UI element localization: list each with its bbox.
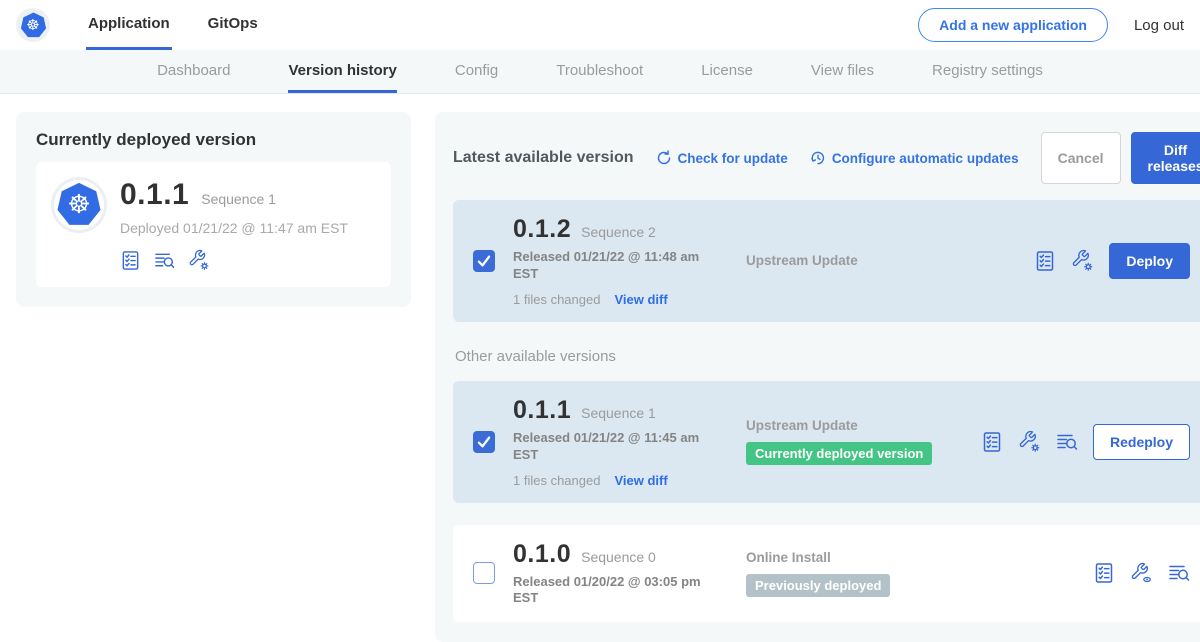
redeploy-button[interactable]: Redeploy	[1093, 424, 1190, 460]
tab-application[interactable]: Application	[86, 0, 172, 50]
sequence-label: Sequence 0	[581, 549, 656, 565]
edit-config-icon[interactable]	[1018, 430, 1041, 453]
files-changed-label: 1 files changed	[513, 292, 600, 307]
released-timestamp: Released 01/21/22 @ 11:45 am EST	[513, 430, 713, 464]
configure-automatic-updates-label: Configure automatic updates	[832, 151, 1019, 166]
deployed-panel-title: Currently deployed version	[36, 130, 391, 150]
topnav-right: Add a new application Log out	[918, 0, 1184, 50]
preflight-checks-icon[interactable]	[981, 431, 1003, 453]
kubernetes-logo-icon: ☸	[16, 8, 50, 42]
view-diff-link[interactable]: View diff	[614, 473, 667, 488]
subnav-tab-config[interactable]: Config	[455, 50, 498, 93]
released-timestamp: Released 01/21/22 @ 11:48 am EST	[513, 249, 713, 283]
version-number: 0.1.2	[513, 215, 571, 244]
sub-nav: Dashboard Version history Config Trouble…	[0, 50, 1200, 94]
version-source: Online Install Previously deployed	[746, 550, 981, 597]
sequence-label: Sequence 2	[581, 224, 656, 240]
currently-deployed-badge: Currently deployed version	[746, 442, 932, 465]
version-actions	[1093, 562, 1190, 585]
edit-config-icon[interactable]	[1071, 249, 1094, 272]
preflight-checks-icon[interactable]	[120, 250, 141, 271]
deployed-version-info: 0.1.1 Sequence 1 Deployed 01/21/22 @ 11:…	[120, 178, 348, 271]
diff-releases-button[interactable]: Diff releases	[1131, 132, 1200, 184]
kubernetes-wheel-glyph: ☸	[26, 18, 39, 33]
deployed-icon-row	[120, 249, 348, 271]
tab-application-label: Application	[88, 15, 170, 32]
add-application-button[interactable]: Add a new application	[918, 8, 1108, 42]
other-versions-title: Other available versions	[455, 348, 1200, 365]
version-source: Upstream Update	[746, 253, 981, 268]
main-content: Currently deployed version ☸ 0.1.1 Seque…	[0, 94, 1200, 642]
source-label: Upstream Update	[746, 418, 981, 433]
release-notes-icon[interactable]	[1056, 431, 1078, 453]
latest-version-title: Latest available version	[453, 149, 634, 167]
kubernetes-app-icon: ☸	[54, 180, 104, 230]
version-info: 0.1.2 Sequence 2 Released 01/21/22 @ 11:…	[513, 215, 718, 307]
source-label: Online Install	[746, 550, 981, 565]
release-notes-icon[interactable]	[154, 250, 175, 271]
checkmark-icon	[476, 253, 492, 269]
released-timestamp: Released 01/20/22 @ 03:05 pm EST	[513, 574, 713, 608]
configure-automatic-updates-link[interactable]: Configure automatic updates	[810, 150, 1019, 166]
check-for-update-link[interactable]: Check for update	[656, 150, 788, 166]
deployed-version-number: 0.1.1	[120, 178, 189, 212]
checkmark-icon	[476, 434, 492, 450]
clock-refresh-icon	[810, 150, 826, 166]
files-changed-line: 1 files changed View diff	[513, 292, 718, 307]
cancel-button[interactable]: Cancel	[1041, 132, 1121, 184]
topnav-tabs: Application GitOps	[86, 0, 260, 50]
files-changed-line: 1 files changed View diff	[513, 473, 718, 488]
source-label: Upstream Update	[746, 253, 981, 268]
logout-link[interactable]: Log out	[1134, 17, 1184, 34]
kubernetes-wheel-glyph: ☸	[67, 192, 90, 218]
tab-gitops-label: GitOps	[208, 15, 258, 32]
deployed-version-card: ☸ 0.1.1 Sequence 1 Deployed 01/21/22 @ 1…	[36, 162, 391, 287]
preflight-checks-icon[interactable]	[1093, 562, 1115, 584]
version-row-0-1-0: 0.1.0 Sequence 0 Released 01/20/22 @ 03:…	[453, 525, 1200, 623]
edit-config-icon[interactable]	[188, 249, 210, 271]
files-changed-label: 1 files changed	[513, 473, 600, 488]
sequence-label: Sequence 1	[581, 405, 656, 421]
version-info: 0.1.1 Sequence 1 Released 01/21/22 @ 11:…	[513, 396, 718, 488]
latest-version-header: Latest available version Check for updat…	[453, 132, 1200, 184]
version-checkbox[interactable]	[473, 431, 495, 453]
subnav-tab-view-files[interactable]: View files	[811, 50, 874, 93]
header-actions: Cancel Diff releases	[1041, 132, 1200, 184]
version-info: 0.1.0 Sequence 0 Released 01/20/22 @ 03:…	[513, 540, 718, 608]
subnav-tab-troubleshoot[interactable]: Troubleshoot	[556, 50, 643, 93]
version-actions: Redeploy	[981, 424, 1190, 460]
check-for-update-label: Check for update	[678, 151, 788, 166]
subnav-tab-dashboard[interactable]: Dashboard	[157, 50, 230, 93]
top-nav: ☸ Application GitOps Add a new applicati…	[0, 0, 1200, 50]
version-actions: Deploy	[1034, 243, 1190, 279]
version-checkbox[interactable]	[473, 250, 495, 272]
view-diff-link[interactable]: View diff	[614, 292, 667, 307]
deployed-sequence-label: Sequence 1	[201, 191, 276, 207]
subnav-tab-license[interactable]: License	[701, 50, 753, 93]
tab-gitops[interactable]: GitOps	[206, 0, 260, 50]
app-logo: ☸	[16, 0, 50, 50]
deployed-timestamp: Deployed 01/21/22 @ 11:47 am EST	[120, 220, 348, 236]
version-history-panel: Latest available version Check for updat…	[435, 112, 1200, 642]
previously-deployed-badge: Previously deployed	[746, 574, 890, 597]
version-checkbox[interactable]	[473, 562, 495, 584]
version-number: 0.1.1	[513, 396, 571, 425]
refresh-icon	[656, 150, 672, 166]
version-source: Upstream Update Currently deployed versi…	[746, 418, 981, 465]
release-notes-icon[interactable]	[1168, 562, 1190, 584]
version-row-0-1-2: 0.1.2 Sequence 2 Released 01/21/22 @ 11:…	[453, 200, 1200, 322]
deploy-button[interactable]: Deploy	[1109, 243, 1190, 279]
subnav-tab-version-history[interactable]: Version history	[288, 50, 396, 93]
view-config-icon[interactable]	[1130, 562, 1153, 585]
preflight-checks-icon[interactable]	[1034, 250, 1056, 272]
currently-deployed-panel: Currently deployed version ☸ 0.1.1 Seque…	[16, 112, 411, 307]
version-row-0-1-1: 0.1.1 Sequence 1 Released 01/21/22 @ 11:…	[453, 381, 1200, 503]
version-number: 0.1.0	[513, 540, 571, 569]
subnav-tab-registry-settings[interactable]: Registry settings	[932, 50, 1043, 93]
